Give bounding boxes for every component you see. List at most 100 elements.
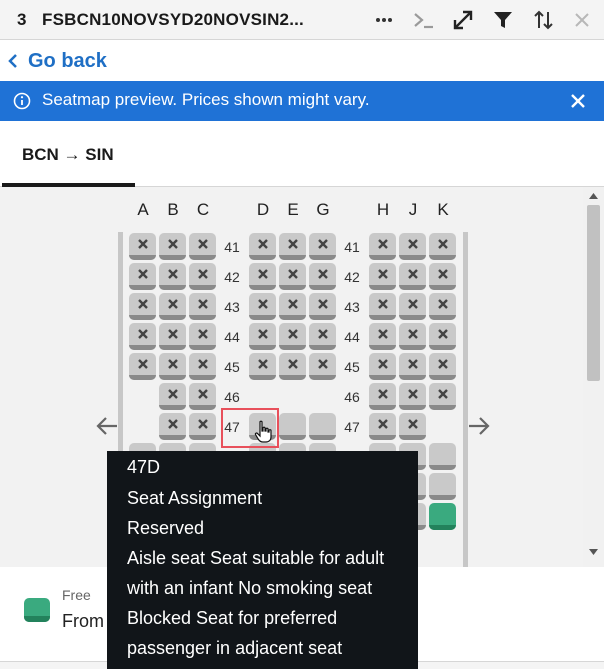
seat-41e[interactable] [279,233,306,260]
seat-46k[interactable] [429,383,456,410]
row-label: 43 [344,299,360,315]
seat-44j[interactable] [399,323,426,350]
banner-close-icon[interactable] [569,92,587,115]
occupied-x-icon [309,323,336,345]
close-icon[interactable] [568,6,596,34]
seat-43a[interactable] [129,293,156,320]
ellipsis-icon[interactable] [370,6,398,34]
seat-41a[interactable] [129,233,156,260]
seat-47h[interactable] [369,413,396,440]
seat-43c[interactable] [189,293,216,320]
seat-base [249,255,276,260]
seat-47e[interactable] [279,413,306,440]
seat-43h[interactable] [369,293,396,320]
seat-46c[interactable] [189,383,216,410]
seat-45c[interactable] [189,353,216,380]
occupied-x-icon [429,263,456,285]
seat-45d[interactable] [249,353,276,380]
seat-41c[interactable] [189,233,216,260]
seat-base [399,375,426,380]
seat-45k[interactable] [429,353,456,380]
seat-43e[interactable] [279,293,306,320]
seat-46h[interactable] [369,383,396,410]
seat-41b[interactable] [159,233,186,260]
seat-44g[interactable] [309,323,336,350]
occupied-x-icon [399,353,426,375]
seat-42c[interactable] [189,263,216,290]
tab-bcn-sin[interactable]: BCN → SIN [2,121,135,187]
row-label: 46 [344,389,360,405]
seat-41j[interactable] [399,233,426,260]
seat-47c[interactable] [189,413,216,440]
seat-44c[interactable] [189,323,216,350]
occupied-x-icon [369,263,396,285]
seat-42j[interactable] [399,263,426,290]
seat-42k[interactable] [429,263,456,290]
scroll-thumb[interactable] [587,205,600,381]
row-label: 44 [344,329,360,345]
seat-base [369,255,396,260]
seat-42h[interactable] [369,263,396,290]
seat-44k[interactable] [429,323,456,350]
occupied-x-icon [309,263,336,285]
seat-44b[interactable] [159,323,186,350]
seat-46b[interactable] [159,383,186,410]
scroll-up-icon[interactable] [588,192,599,200]
seat-45h[interactable] [369,353,396,380]
seat-45g[interactable] [309,353,336,380]
expand-icon[interactable] [449,6,477,34]
go-back-link[interactable]: Go back [8,46,107,76]
seat-41k[interactable] [429,233,456,260]
seat-47g[interactable] [309,413,336,440]
occupied-x-icon [249,353,276,375]
seat-47b[interactable] [159,413,186,440]
occupied-x-icon [429,293,456,315]
seat-45a[interactable] [129,353,156,380]
column-label-e: E [287,200,299,219]
seat-42d[interactable] [249,263,276,290]
occupied-x-icon [249,293,276,315]
seat-43g[interactable] [309,293,336,320]
occupied-x-icon [189,413,216,435]
seat-42a[interactable] [129,263,156,290]
seat-44a[interactable] [129,323,156,350]
seat-43j[interactable] [399,293,426,320]
occupied-x-icon [369,413,396,435]
seat-base [399,315,426,320]
arrow-left-icon[interactable] [95,413,119,444]
column-label-b: B [167,200,179,219]
seat-43k[interactable] [429,293,456,320]
filter-icon[interactable] [489,6,517,34]
seat-base [369,405,396,410]
occupied-x-icon [129,263,156,285]
seat-base [159,345,186,350]
seat-47j[interactable] [399,413,426,440]
seat-45j[interactable] [399,353,426,380]
seat-43d[interactable] [249,293,276,320]
seat-row48-k[interactable] [429,443,456,470]
seat-44e[interactable] [279,323,306,350]
scroll-down-icon[interactable] [588,548,599,556]
occupied-x-icon [429,323,456,345]
seat-42b[interactable] [159,263,186,290]
row-label: 46 [224,389,240,405]
seat-base [159,435,186,440]
seat-45e[interactable] [279,353,306,380]
seat-42g[interactable] [309,263,336,290]
sort-icon[interactable] [529,6,557,34]
seat-41h[interactable] [369,233,396,260]
seat-base [429,375,456,380]
seat-45b[interactable] [159,353,186,380]
seat-43b[interactable] [159,293,186,320]
seat-row50-k[interactable] [429,503,456,530]
terminal-icon[interactable] [410,6,438,34]
seat-41d[interactable] [249,233,276,260]
seat-44d[interactable] [249,323,276,350]
seat-41g[interactable] [309,233,336,260]
seat-44h[interactable] [369,323,396,350]
arrow-right-icon[interactable] [467,413,491,444]
seat-46j[interactable] [399,383,426,410]
seat-42e[interactable] [279,263,306,290]
seat-row49-k[interactable] [429,473,456,500]
seat-base [129,285,156,290]
